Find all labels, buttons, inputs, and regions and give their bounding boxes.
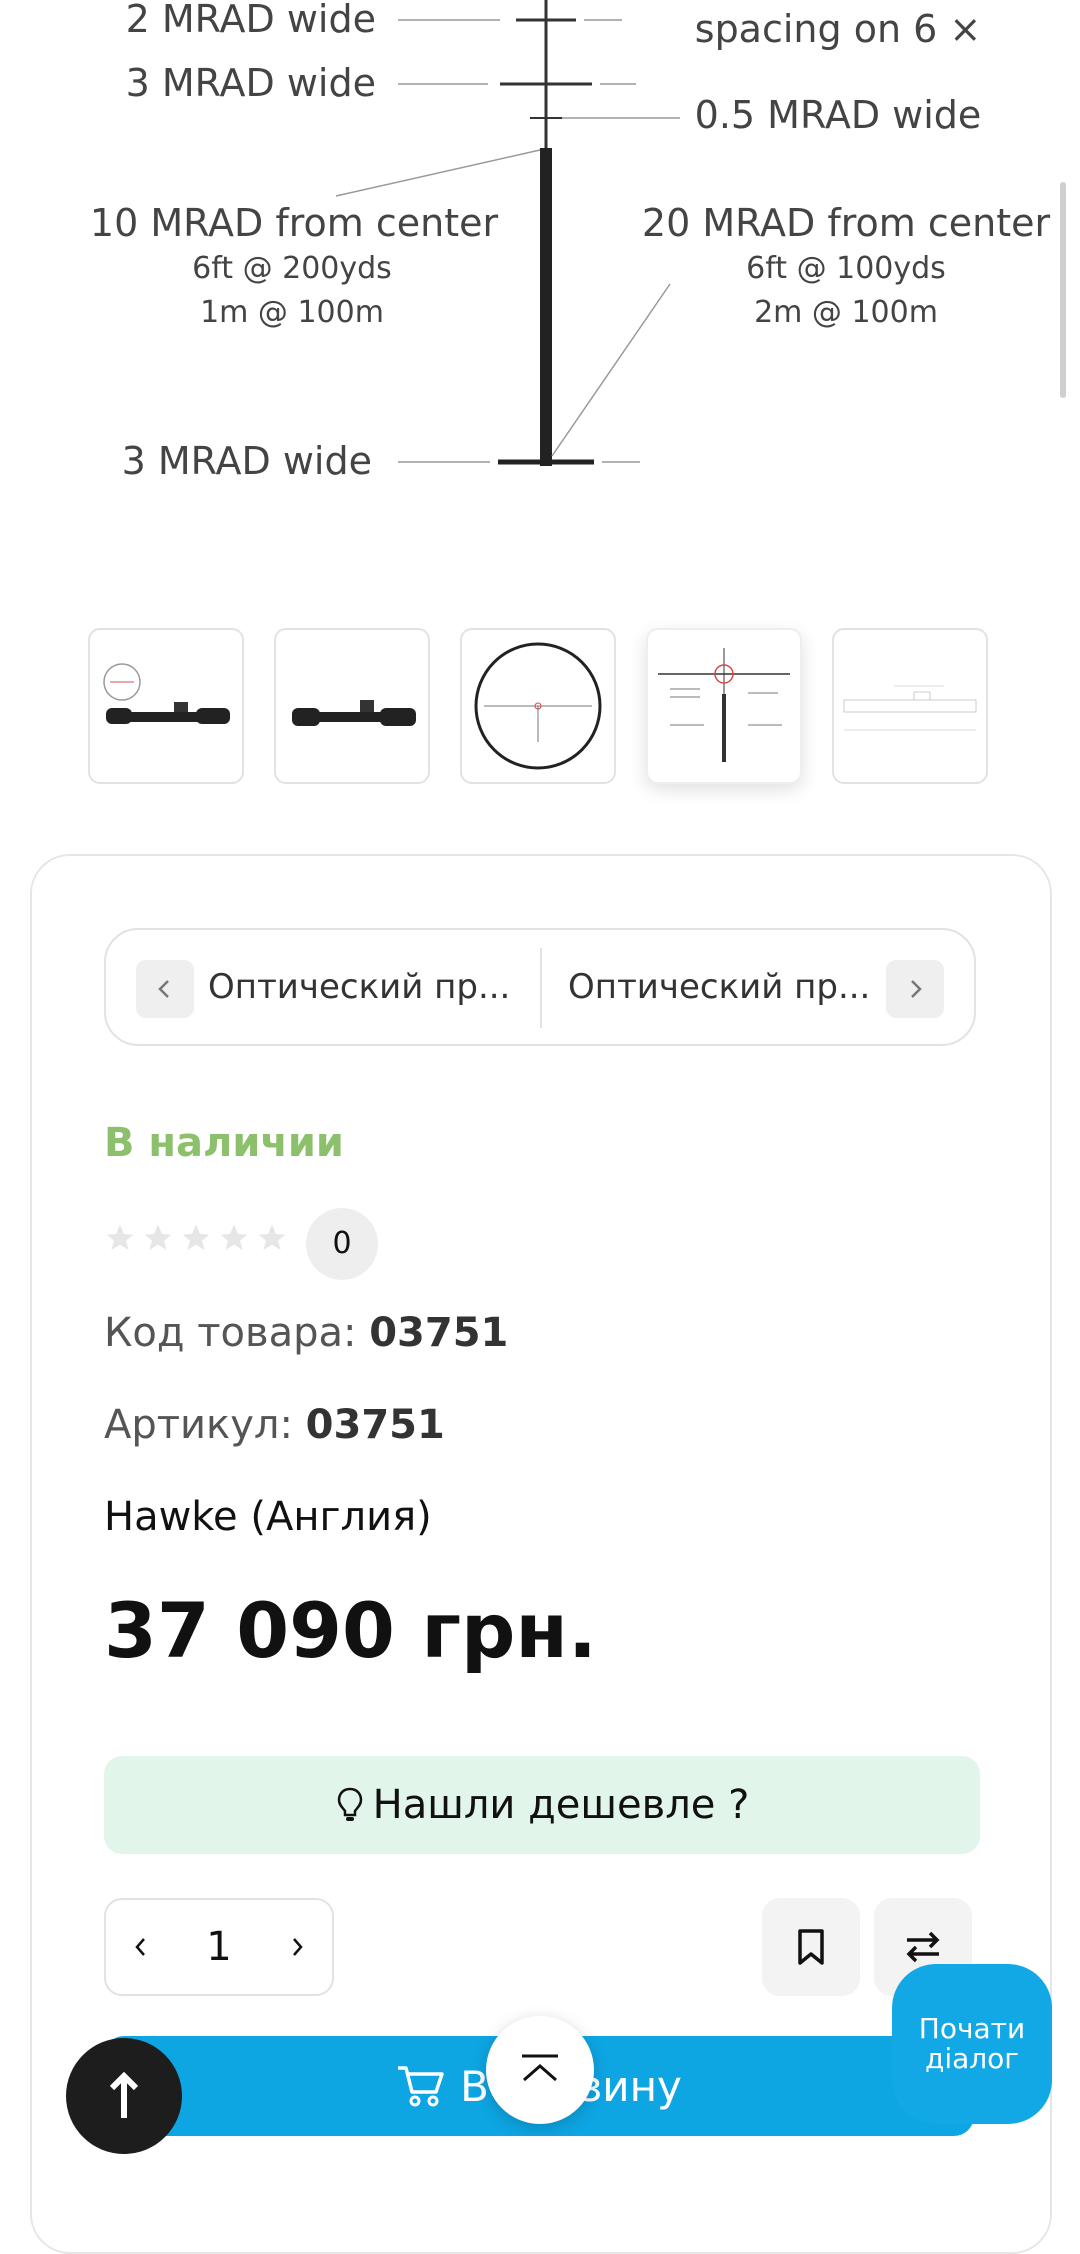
product-price: 37 090 грн. xyxy=(104,1586,597,1675)
reticle-diagram-icon xyxy=(658,648,790,762)
thumbnail-5[interactable] xyxy=(832,628,988,784)
quantity-input[interactable] xyxy=(176,1900,262,1994)
arrow-up-icon xyxy=(109,2071,139,2118)
scope-dimensions-drawing-icon xyxy=(843,685,977,731)
product-article-label: Артикул: xyxy=(104,1402,293,1448)
star-icon xyxy=(258,1224,286,1250)
chevron-up-to-top-icon xyxy=(522,2054,558,2082)
product-article: Артикул: 03751 xyxy=(104,1402,445,1448)
start-chat-button[interactable]: Почати діалог xyxy=(892,1964,1052,2124)
product-code-value: 03751 xyxy=(369,1310,509,1356)
prev-product-link[interactable]: Оптический пр... xyxy=(208,930,528,1044)
quantity-decrease-button[interactable] xyxy=(106,1900,176,1994)
product-code-label: Код товара: xyxy=(104,1310,357,1356)
found-cheaper-button[interactable]: Нашли дешевле ? xyxy=(104,1756,980,1854)
rating-stars[interactable] xyxy=(104,1222,288,1254)
chevron-right-icon xyxy=(911,980,922,998)
product-neighbor-nav: Оптический пр... Оптический пр... xyxy=(104,928,976,1046)
label-20mrad-sub2: 2m @ 100m xyxy=(754,295,938,330)
chevron-right-icon xyxy=(293,1938,303,1956)
star-icon xyxy=(182,1224,210,1250)
scrollbar-thumb[interactable] xyxy=(1060,182,1066,398)
thumbnail-4[interactable] xyxy=(646,628,802,784)
found-cheaper-label: Нашли дешевле ? xyxy=(372,1782,750,1828)
star-icon xyxy=(106,1224,134,1250)
thumbnail-2[interactable] xyxy=(274,628,430,784)
product-article-value: 03751 xyxy=(305,1402,445,1448)
wishlist-button[interactable] xyxy=(762,1898,860,1996)
nav-divider xyxy=(540,948,542,1028)
product-code: Код товара: 03751 xyxy=(104,1310,508,1356)
star-icon xyxy=(144,1224,172,1250)
rating-count-badge[interactable]: 0 xyxy=(306,1208,378,1280)
thumbnail-1[interactable] xyxy=(88,628,244,784)
chevron-left-icon xyxy=(158,980,169,998)
back-to-top-button[interactable] xyxy=(486,2016,594,2124)
product-brand[interactable]: Hawke (Англия) xyxy=(104,1494,432,1540)
label-20mrad-sub1: 6ft @ 100yds xyxy=(746,251,946,286)
bookmark-icon xyxy=(798,1929,824,1965)
label-20mrad: 20 MRAD from center xyxy=(642,201,1051,245)
compare-arrows-icon xyxy=(906,1931,940,1963)
stock-status: В наличии xyxy=(104,1120,344,1166)
thumbnail-3[interactable] xyxy=(460,628,616,784)
label-3mrad-top: 3 MRAD wide xyxy=(126,61,376,105)
next-product-link[interactable]: Оптический пр... xyxy=(568,930,898,1044)
next-product-button[interactable] xyxy=(886,960,944,1018)
cart-icon xyxy=(396,2064,446,2108)
label-10mrad: 10 MRAD from center xyxy=(90,201,499,245)
star-icon xyxy=(220,1224,248,1250)
scope-side-view-icon xyxy=(292,700,416,726)
label-spacing: spacing on 6 × xyxy=(695,7,981,51)
prev-product-button[interactable] xyxy=(136,960,194,1018)
lightbulb-icon xyxy=(335,1785,365,1825)
label-2mrad: 2 MRAD wide xyxy=(126,0,376,41)
label-10mrad-sub1: 6ft @ 200yds xyxy=(192,251,392,286)
chevron-left-icon xyxy=(135,1938,145,1956)
label-3mrad-bottom: 3 MRAD wide xyxy=(122,439,372,483)
label-half-mrad: 0.5 MRAD wide xyxy=(695,93,982,137)
image-thumbnails xyxy=(88,628,988,784)
reticle-diagram: 2 MRAD wide 3 MRAD wide spacing on 6 × 0… xyxy=(90,0,1051,483)
scroll-up-float-button[interactable] xyxy=(66,2038,182,2154)
quantity-increase-button[interactable] xyxy=(262,1900,332,1994)
quantity-stepper xyxy=(104,1898,334,1996)
label-10mrad-sub2: 1m @ 100m xyxy=(200,295,384,330)
reticle-circle-icon xyxy=(474,642,602,770)
scope-side-view-with-reticle-icon xyxy=(103,663,230,724)
